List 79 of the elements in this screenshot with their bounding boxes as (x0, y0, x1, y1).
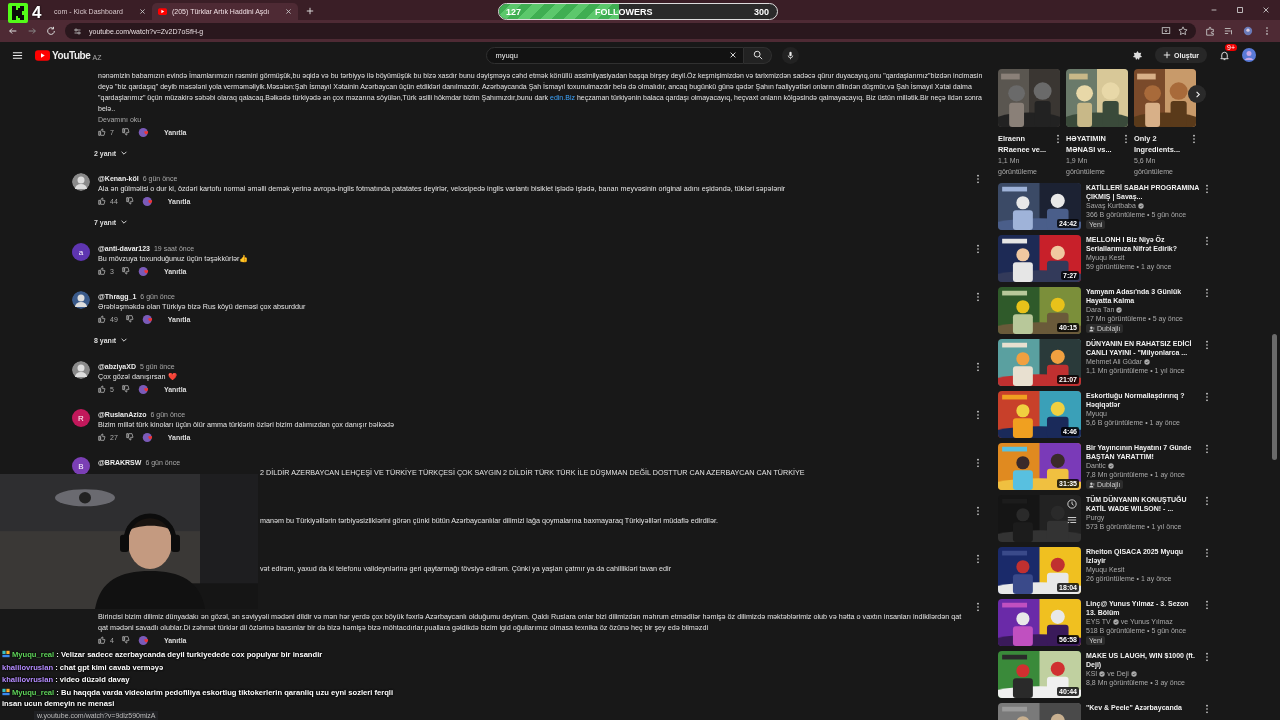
more-options-icon[interactable] (976, 506, 980, 516)
avatar-icon[interactable] (72, 291, 90, 309)
followers-current: 127 (506, 6, 522, 17)
avatar[interactable]: a (72, 243, 90, 261)
followers-goal: 300 (753, 6, 769, 17)
back-icon[interactable] (8, 26, 18, 36)
more-options-icon[interactable] (1205, 496, 1209, 506)
dislike-button[interactable] (125, 315, 134, 323)
more-options-icon[interactable] (1124, 134, 1128, 144)
avatar-icon[interactable] (72, 361, 90, 379)
maximize-icon[interactable] (1236, 6, 1244, 14)
search-button[interactable] (744, 46, 773, 64)
more-options-icon[interactable] (1205, 600, 1209, 610)
dislike-button[interactable] (125, 433, 134, 441)
reload-icon[interactable] (46, 26, 56, 36)
hearted-avatar-icon (141, 431, 154, 443)
menu-icon[interactable] (12, 49, 23, 61)
search-icon (752, 50, 763, 60)
dislike-button[interactable] (121, 385, 130, 393)
youtube-favicon-icon (158, 8, 167, 15)
dislike-button[interactable] (121, 636, 130, 644)
more-options-icon[interactable] (1205, 184, 1209, 194)
dislike-button[interactable] (125, 197, 134, 205)
scrollbar[interactable] (1272, 334, 1277, 460)
microphone-icon (786, 50, 796, 60)
site-settings-icon[interactable] (73, 26, 82, 36)
more-options-icon[interactable] (1205, 704, 1209, 714)
dislike-button[interactable] (121, 267, 130, 275)
voice-search-button[interactable] (782, 46, 800, 64)
more-options-icon[interactable] (976, 244, 980, 254)
minimize-icon[interactable] (1210, 6, 1218, 14)
more-options-icon[interactable] (976, 410, 980, 420)
queue-icon[interactable] (1067, 515, 1077, 525)
star-icon[interactable] (1178, 26, 1188, 36)
clock-icon[interactable] (1067, 499, 1077, 509)
more-options-icon[interactable] (1205, 340, 1209, 350)
more-options-icon[interactable] (1205, 652, 1209, 662)
hearted-avatar-icon (141, 313, 154, 325)
close-icon[interactable] (1262, 6, 1270, 14)
more-options-icon[interactable] (1205, 548, 1209, 558)
more-options-icon[interactable] (1192, 134, 1196, 144)
clear-icon[interactable] (729, 51, 738, 59)
new-tab-icon[interactable] (306, 7, 314, 15)
hearted-avatar-icon (141, 195, 154, 207)
notifications-icon[interactable] (1219, 49, 1230, 61)
more-options-icon[interactable] (976, 292, 980, 302)
avatar[interactable]: B (72, 457, 90, 475)
extensions-icon[interactable] (1205, 26, 1215, 36)
more-options-icon[interactable] (1205, 236, 1209, 246)
plus-icon (1163, 51, 1172, 59)
kick-logo-icon (8, 3, 28, 23)
more-options-icon[interactable] (1056, 134, 1060, 144)
chevron-down-icon (120, 218, 129, 226)
dislike-button[interactable] (121, 128, 130, 136)
hearted-avatar-icon (137, 126, 150, 138)
avatar[interactable]: R (72, 409, 90, 427)
hearted-avatar-icon (137, 265, 150, 277)
hearted-avatar-icon (137, 634, 150, 646)
close-icon[interactable] (285, 8, 292, 15)
more-options-icon[interactable] (976, 174, 980, 184)
chevron-down-icon (120, 336, 129, 344)
more-options-icon[interactable] (976, 458, 980, 468)
more-options-icon[interactable] (1205, 444, 1209, 454)
more-options-icon[interactable] (976, 602, 980, 612)
chevron-down-icon (120, 149, 129, 157)
avatar-icon[interactable] (72, 173, 90, 191)
more-options-icon[interactable] (976, 554, 980, 564)
more-options-icon[interactable] (1205, 392, 1209, 402)
extension-badge-icon[interactable] (1132, 49, 1144, 61)
more-options-icon[interactable] (976, 362, 980, 372)
install-icon[interactable] (1161, 26, 1171, 36)
more-options-icon[interactable] (1205, 288, 1209, 298)
avatar-icon[interactable] (1242, 48, 1256, 62)
hearted-avatar-icon (137, 383, 150, 395)
media-icon[interactable] (1224, 26, 1234, 36)
close-icon[interactable] (139, 8, 146, 15)
profile-icon[interactable] (1243, 26, 1253, 36)
viewer-count: 4 (32, 3, 42, 23)
next-button[interactable] (1188, 85, 1206, 103)
